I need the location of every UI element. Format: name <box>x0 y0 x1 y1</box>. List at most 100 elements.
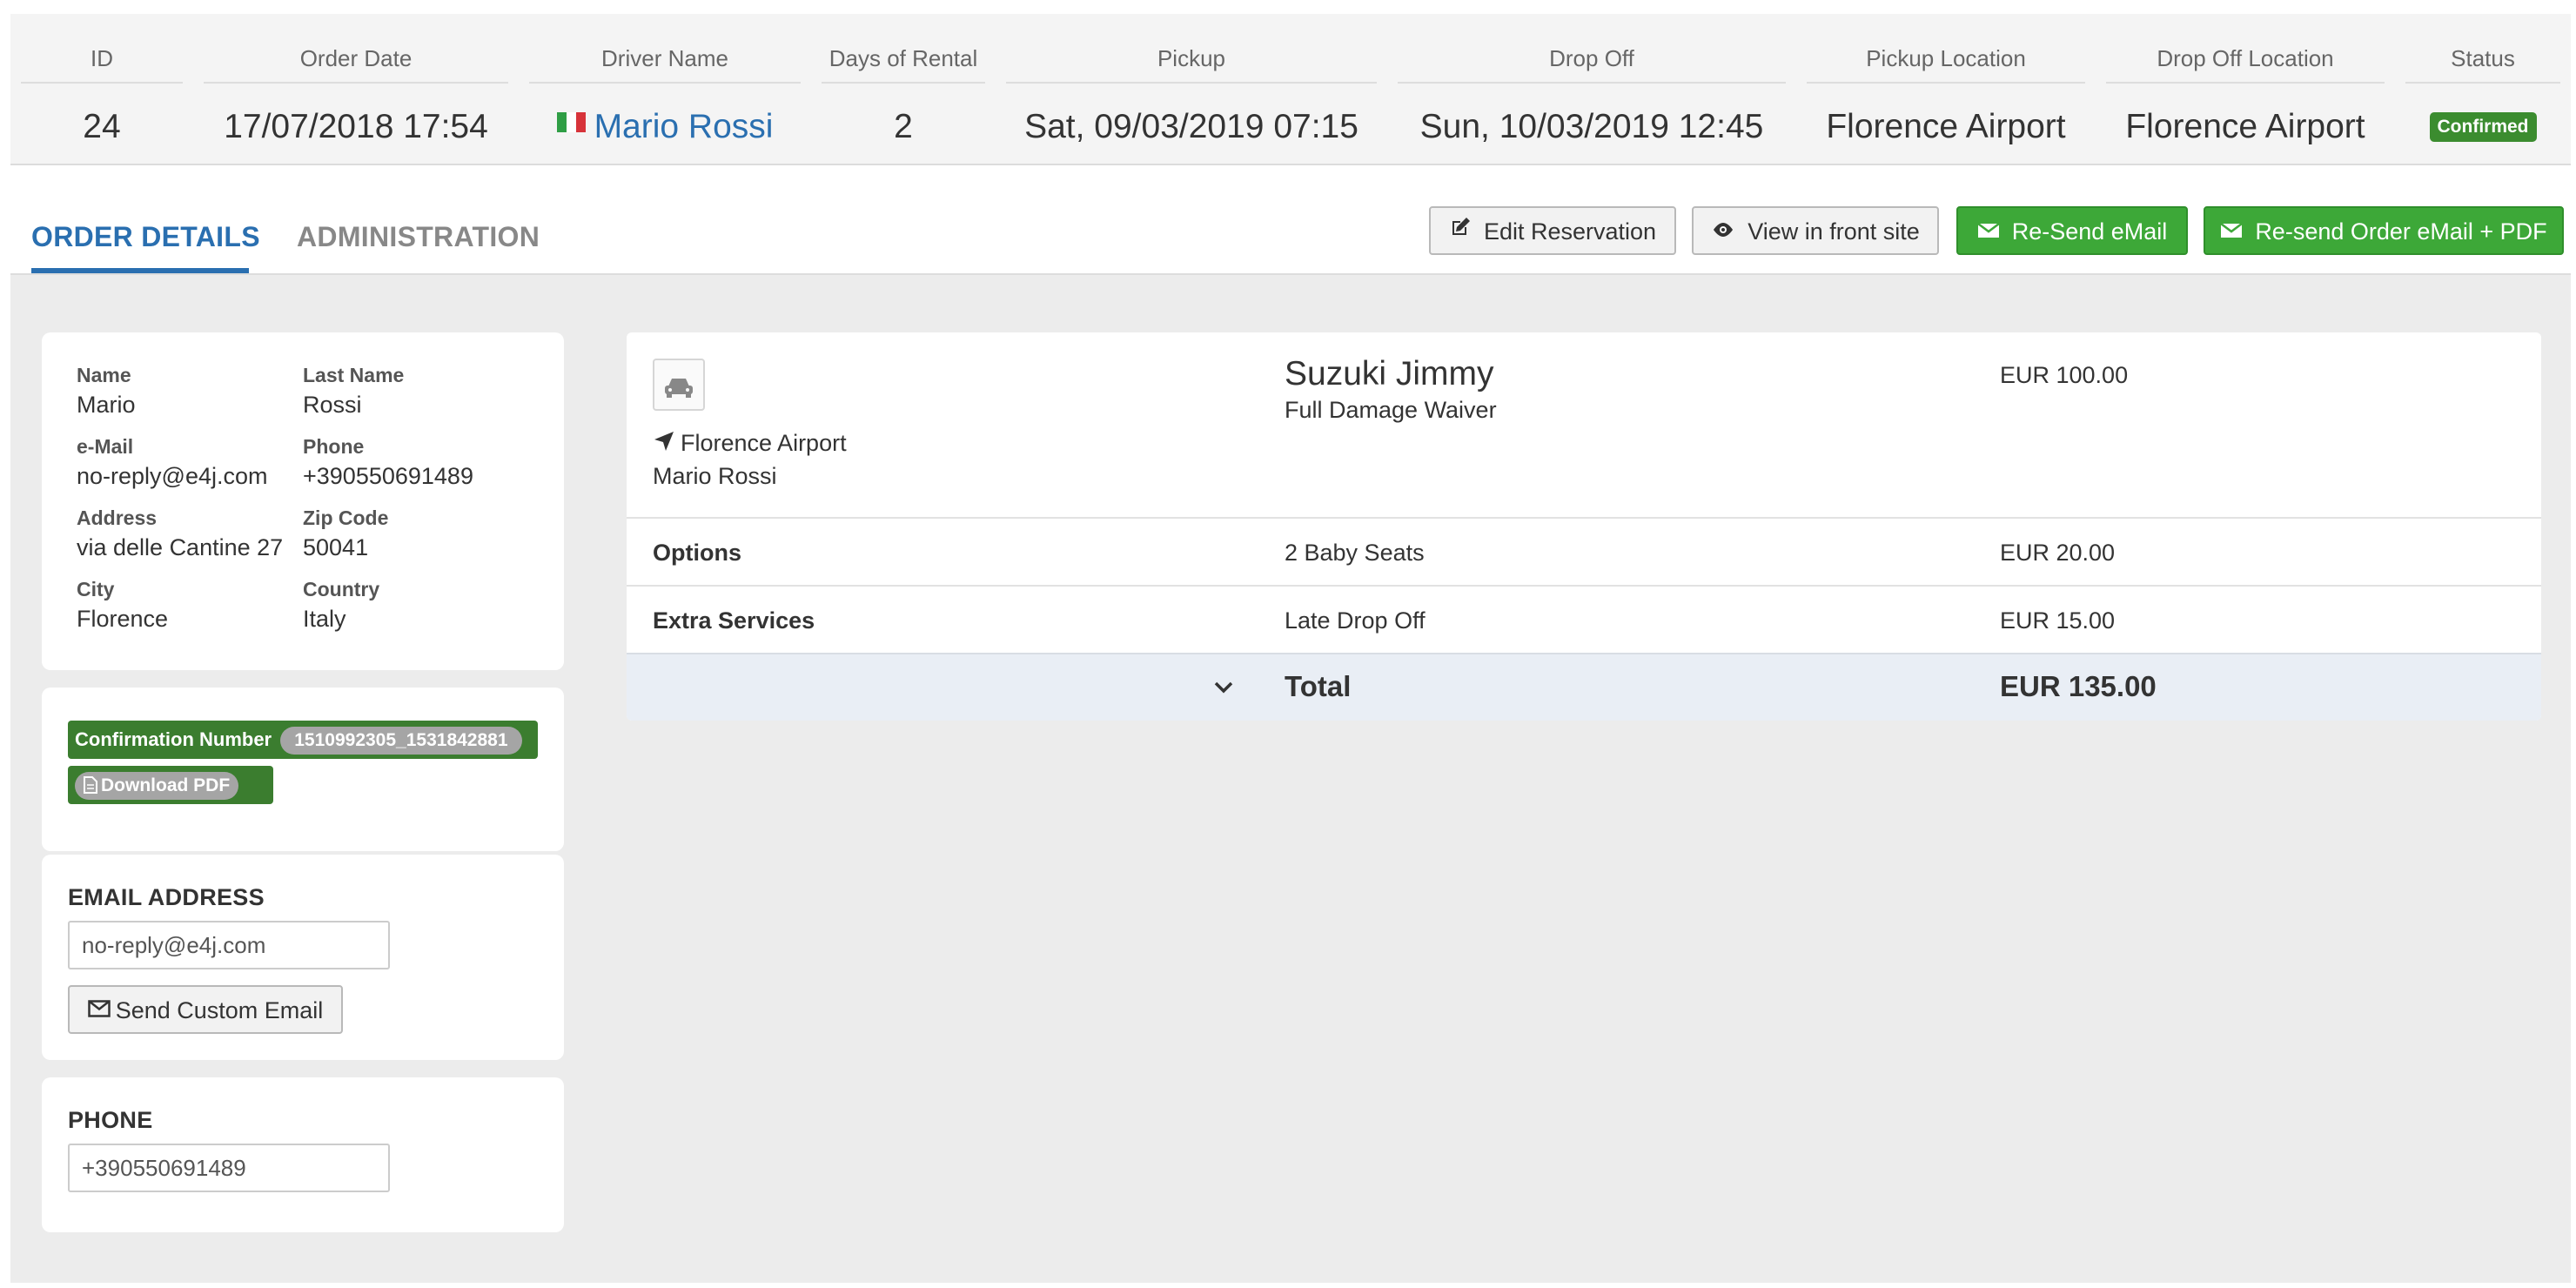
customer-address: via delle Cantine 27 <box>77 534 284 560</box>
resend-order-email-pdf-button[interactable]: Re-send Order eMail + PDF <box>2204 206 2564 255</box>
send-custom-email-button[interactable]: Send Custom Email <box>68 985 343 1034</box>
driver-name[interactable]: Mario Rossi <box>594 108 774 145</box>
summary-col-id: ID 24 <box>10 14 193 165</box>
summary-col-driver: Driver Name Mario Rossi <box>519 14 811 165</box>
customer-last-name: Rossi <box>303 392 362 418</box>
field-label: City <box>77 578 115 600</box>
download-pdf-label: Download PDF <box>101 775 231 795</box>
column-header: Status <box>2405 14 2560 84</box>
confirmation-number-value: 1510992305_1531842881 <box>280 727 522 755</box>
confirmation-number-label: Confirmation Number <box>75 728 272 750</box>
resend-order-email-pdf-label: Re-send Order eMail + PDF <box>2255 218 2547 245</box>
email-section-title: EMAIL ADDRESS <box>68 884 265 910</box>
order-summary-table: ID 24 Order Date 17/07/2018 17:54 Driver… <box>10 14 2571 165</box>
field-label: Name <box>77 364 131 386</box>
view-front-site-button[interactable]: View in front site <box>1692 206 1939 255</box>
active-tab-indicator <box>31 268 249 273</box>
field-label: Country <box>303 578 380 600</box>
field-label: e-Mail <box>77 435 134 458</box>
edit-reservation-label: Edit Reservation <box>1483 218 1657 245</box>
email-field[interactable]: no-reply@e4j.com <box>68 921 390 969</box>
envelope-icon <box>2220 207 2244 254</box>
column-header: Driver Name <box>529 14 801 84</box>
order-date: 17/07/2018 17:54 <box>224 108 488 145</box>
column-header: Pickup <box>1006 14 1377 84</box>
customer-phone: +390550691489 <box>303 463 473 489</box>
phone-field[interactable]: +390550691489 <box>68 1144 390 1192</box>
total-row: Total EUR 135.00 <box>627 653 2541 721</box>
customer-city: Florence <box>77 606 169 632</box>
order-driver-name: Mario Rossi <box>653 463 777 489</box>
field-label: Phone <box>303 435 365 458</box>
pickup-location: Florence Airport <box>1826 108 2066 145</box>
view-front-site-label: View in front site <box>1748 218 1920 245</box>
column-header: Order Date <box>204 14 508 84</box>
extra-services-label: Extra Services <box>653 607 815 634</box>
envelope-icon <box>87 986 111 1033</box>
row-divider <box>627 585 2541 587</box>
location-arrow-icon <box>653 430 675 459</box>
car-price: EUR 100.00 <box>2000 362 2129 388</box>
field-label: Zip Code <box>303 506 389 529</box>
edit-reservation-button[interactable]: Edit Reservation <box>1429 206 1676 255</box>
phone-card: PHONE +390550691489 <box>42 1077 564 1232</box>
resend-email-button[interactable]: Re-Send eMail <box>1956 206 2188 255</box>
extra-services-price: EUR 15.00 <box>2000 607 2116 634</box>
dropoff-location: Florence Airport <box>2125 108 2365 145</box>
order-details-panel: Name Mario Last Name Rossi e-Mail no-rep… <box>10 275 2571 1283</box>
row-divider <box>627 517 2541 519</box>
order-items-card: Florence Airport Mario Rossi Suzuki Jimm… <box>627 332 2541 721</box>
resend-email-label: Re-Send eMail <box>2011 218 2168 245</box>
customer-country: Italy <box>303 606 346 632</box>
column-header: Drop Off <box>1398 14 1786 84</box>
pickup-datetime: Sat, 09/03/2019 07:15 <box>1024 108 1358 145</box>
column-header: ID <box>21 14 183 84</box>
summary-col-pickup: Pickup Sat, 09/03/2019 07:15 <box>996 14 1387 165</box>
confirmation-card: Confirmation Number 1510992305_153184288… <box>42 688 564 851</box>
summary-col-dropoff-location: Drop Off Location Florence Airport <box>2096 14 2395 165</box>
download-pdf-badge: Download PDF <box>68 766 273 804</box>
phone-section-title: PHONE <box>68 1107 153 1133</box>
car-icon <box>653 359 705 411</box>
order-pickup-location: Florence Airport <box>681 430 847 456</box>
order-id: 24 <box>83 108 121 145</box>
send-custom-email-label: Send Custom Email <box>115 997 324 1023</box>
customer-first-name: Mario <box>77 392 136 418</box>
tab-administration[interactable]: ADMINISTRATION <box>297 221 540 253</box>
column-header: Drop Off Location <box>2106 14 2385 84</box>
summary-col-order-date: Order Date 17/07/2018 17:54 <box>193 14 519 165</box>
options-desc: 2 Baby Seats <box>1285 540 1425 566</box>
edit-icon <box>1449 207 1472 254</box>
field-label: Address <box>77 506 158 529</box>
customer-zip: 50041 <box>303 534 369 560</box>
envelope-icon <box>1976 207 2000 254</box>
column-header: Days of Rental <box>822 14 985 84</box>
summary-col-dropoff: Drop Off Sun, 10/03/2019 12:45 <box>1387 14 1796 165</box>
chevron-down-icon[interactable] <box>1211 675 1236 700</box>
column-header: Pickup Location <box>1807 14 2085 84</box>
total-label: Total <box>1285 670 1352 702</box>
total-value: EUR 135.00 <box>2000 670 2157 702</box>
extra-services-desc: Late Drop Off <box>1285 607 1426 634</box>
status-badge: Confirmed <box>2429 111 2537 142</box>
driver-name-link[interactable]: Mario Rossi <box>519 101 811 153</box>
customer-email: no-reply@e4j.com <box>77 463 268 489</box>
dropoff-datetime: Sun, 10/03/2019 12:45 <box>1419 108 1764 145</box>
car-subtitle: Full Damage Waiver <box>1285 397 1497 423</box>
days-of-rental: 2 <box>894 108 913 145</box>
tab-bar: ORDER DETAILS ADMINISTRATION Edit Reserv… <box>10 165 2571 275</box>
italy-flag-icon <box>556 112 586 132</box>
file-icon <box>84 775 97 802</box>
summary-col-status: Status Confirmed <box>2395 14 2571 165</box>
options-label: Options <box>653 540 741 566</box>
field-label: Last Name <box>303 364 405 386</box>
pickup-location-line: Florence Airport <box>653 430 847 459</box>
confirmation-number-badge: Confirmation Number 1510992305_153184288… <box>68 721 538 759</box>
customer-info-card: Name Mario Last Name Rossi e-Mail no-rep… <box>42 332 564 670</box>
download-pdf-button[interactable]: Download PDF <box>75 772 239 802</box>
email-card: EMAIL ADDRESS no-reply@e4j.com Send Cust… <box>42 855 564 1060</box>
tab-order-details[interactable]: ORDER DETAILS <box>31 221 260 253</box>
eye-icon <box>1711 207 1735 254</box>
car-name: Suzuki Jimmy <box>1285 355 1494 392</box>
options-price: EUR 20.00 <box>2000 540 2116 566</box>
